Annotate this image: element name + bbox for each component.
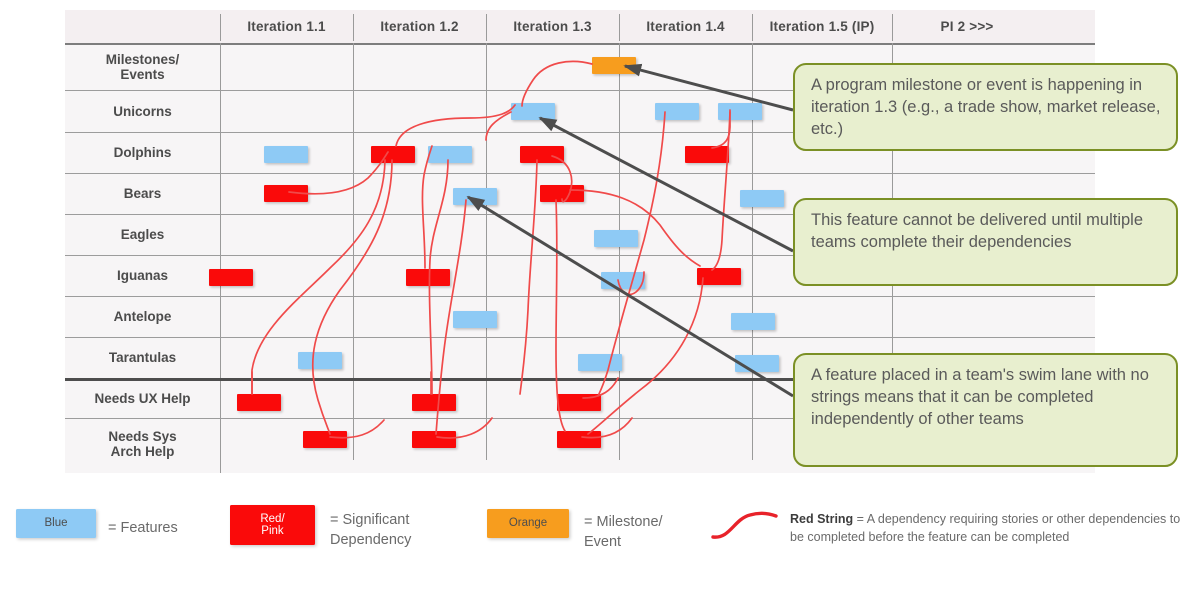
legend-chip-blue: Blue xyxy=(16,509,96,538)
feature-card-red[interactable] xyxy=(371,146,415,163)
lane-label-text: Unicorns xyxy=(113,103,172,119)
legend-chip-red: Red/Pink xyxy=(230,505,315,545)
header-separator xyxy=(752,14,753,41)
column-divider xyxy=(220,43,221,473)
feature-card-blue[interactable] xyxy=(578,354,622,371)
callout-dependency-text: This feature cannot be delivered until m… xyxy=(811,211,1144,251)
header-separator xyxy=(486,14,487,41)
lane-label-antelope: Antelope xyxy=(65,296,220,337)
legend-chip-red-label: Red/Pink xyxy=(260,512,285,537)
legend-chip-orange: Orange xyxy=(487,509,569,538)
callout-milestone: A program milestone or event is happenin… xyxy=(793,63,1178,151)
lane-label-bears: Bears xyxy=(65,173,220,214)
feature-card-blue[interactable] xyxy=(264,146,308,163)
feature-card-red[interactable] xyxy=(209,269,253,286)
lane-label-text: Milestones/Events xyxy=(105,51,180,82)
lane-label-text: Iguanas xyxy=(116,267,168,283)
lane-label-text: Dolphins xyxy=(113,144,172,160)
callout-independent-text: A feature placed in a team's swim lane w… xyxy=(811,366,1149,428)
callout-milestone-text: A program milestone or event is happenin… xyxy=(811,76,1161,138)
legend-text-features: = Features xyxy=(108,520,178,536)
program-board-page: Iteration 1.1 Iteration 1.2 Iteration 1.… xyxy=(0,0,1200,592)
lane-label-text: Eagles xyxy=(120,226,165,242)
lane-label-text: Needs UX Help xyxy=(94,390,191,406)
feature-card-red[interactable] xyxy=(412,431,456,448)
feature-card-red[interactable] xyxy=(237,394,281,411)
legend-text-significant-dependency: = Significant Dependency xyxy=(330,512,412,548)
feature-card-red[interactable] xyxy=(557,394,601,411)
callout-dependency: This feature cannot be delivered until m… xyxy=(793,198,1178,286)
lane-label-milestones-events: Milestones/Events xyxy=(65,44,220,90)
feature-card-blue[interactable] xyxy=(655,103,699,120)
feature-card-blue[interactable] xyxy=(601,272,645,289)
lane-label-text: Bears xyxy=(123,185,162,201)
lane-label-text: Tarantulas xyxy=(108,349,177,365)
feature-card-blue[interactable] xyxy=(298,352,342,369)
feature-card-red[interactable] xyxy=(406,269,450,286)
feature-card-blue[interactable] xyxy=(511,103,555,120)
column-divider xyxy=(619,43,620,460)
header-separator xyxy=(892,14,893,41)
feature-card-red[interactable] xyxy=(520,146,564,163)
column-header-iteration-1-3: Iteration 1.3 xyxy=(513,19,592,34)
lane-label-text: Needs Sys Arch Help xyxy=(108,428,177,459)
column-header-iteration-1-5: Iteration 1.5 (IP) xyxy=(769,19,875,34)
feature-card-blue[interactable] xyxy=(428,146,472,163)
feature-card-blue[interactable] xyxy=(453,188,497,205)
lane-label-dolphins: Dolphins xyxy=(65,132,220,173)
feature-card-blue[interactable] xyxy=(740,190,784,207)
lane-label-needs-sys-arch-help: Needs Sys Arch Help xyxy=(65,419,220,469)
feature-card-blue[interactable] xyxy=(735,355,779,372)
feature-card-red[interactable] xyxy=(412,394,456,411)
feature-card-blue[interactable] xyxy=(718,103,762,120)
feature-card-orange[interactable] xyxy=(592,57,636,74)
column-header-pi-2: PI 2 >>> xyxy=(940,19,994,34)
feature-card-red[interactable] xyxy=(264,185,308,202)
column-header-iteration-1-2: Iteration 1.2 xyxy=(380,19,459,34)
legend-chip-blue-label: Blue xyxy=(44,517,68,530)
feature-card-blue[interactable] xyxy=(594,230,638,247)
header-separator xyxy=(353,14,354,41)
feature-card-red[interactable] xyxy=(557,431,601,448)
legend-red-string-title: Red String xyxy=(790,512,854,526)
header-separator xyxy=(220,14,221,41)
feature-card-red[interactable] xyxy=(540,185,584,202)
legend: Blue = Features Red/Pink = Significant De… xyxy=(0,497,1200,592)
lane-label-eagles: Eagles xyxy=(65,214,220,255)
legend-red-string-icon xyxy=(711,511,778,539)
feature-card-red[interactable] xyxy=(303,431,347,448)
header-separator xyxy=(619,14,620,41)
legend-chip-orange-label: Orange xyxy=(508,517,548,530)
callout-independent: A feature placed in a team's swim lane w… xyxy=(793,353,1178,467)
lane-label-tarantulas: Tarantulas xyxy=(65,337,220,378)
lane-label-needs-ux-help: Needs UX Help xyxy=(65,379,220,418)
lane-label-unicorns: Unicorns xyxy=(65,91,220,132)
column-divider xyxy=(353,43,354,460)
feature-card-red[interactable] xyxy=(697,268,741,285)
column-divider xyxy=(486,43,487,460)
legend-text-red-string: Red String = A dependency requiring stor… xyxy=(790,511,1190,546)
feature-card-blue[interactable] xyxy=(731,313,775,330)
lane-label-text: Antelope xyxy=(113,308,172,324)
lane-label-iguanas: Iguanas xyxy=(65,255,220,296)
column-header-iteration-1-1: Iteration 1.1 xyxy=(247,19,326,34)
legend-text-milestone-event: = Milestone/Event xyxy=(584,514,663,550)
feature-card-blue[interactable] xyxy=(453,311,497,328)
column-header-iteration-1-4: Iteration 1.4 xyxy=(646,19,725,34)
feature-card-red[interactable] xyxy=(685,146,729,163)
